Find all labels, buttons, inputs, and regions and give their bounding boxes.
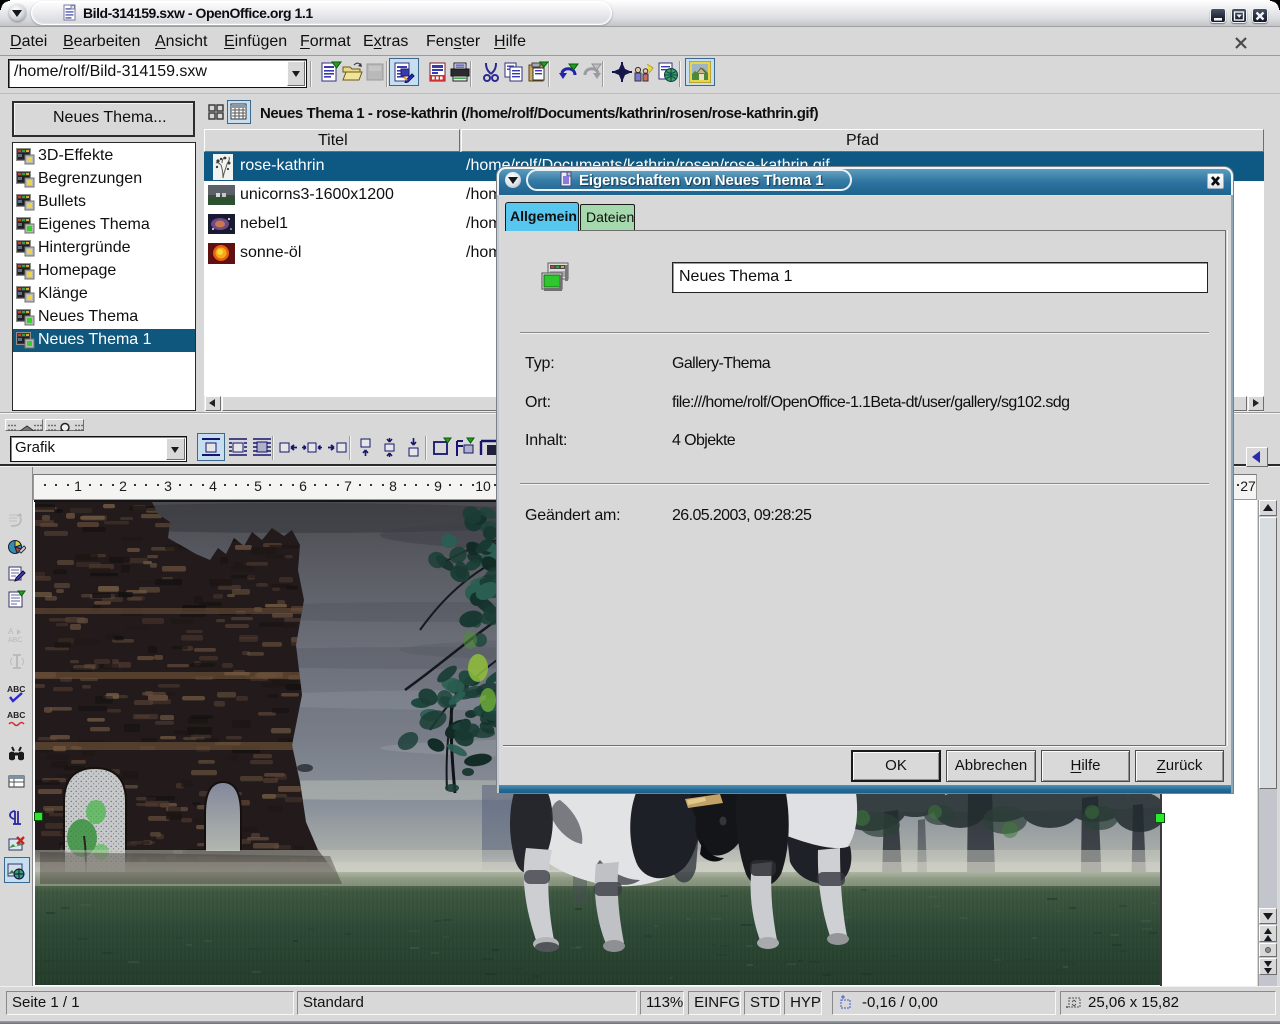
svg-text:ABC: ABC xyxy=(8,637,22,644)
svg-text:ABC: ABC xyxy=(7,710,25,720)
svg-text:A: A xyxy=(8,627,14,636)
svg-text:ABC: ABC xyxy=(7,684,25,694)
